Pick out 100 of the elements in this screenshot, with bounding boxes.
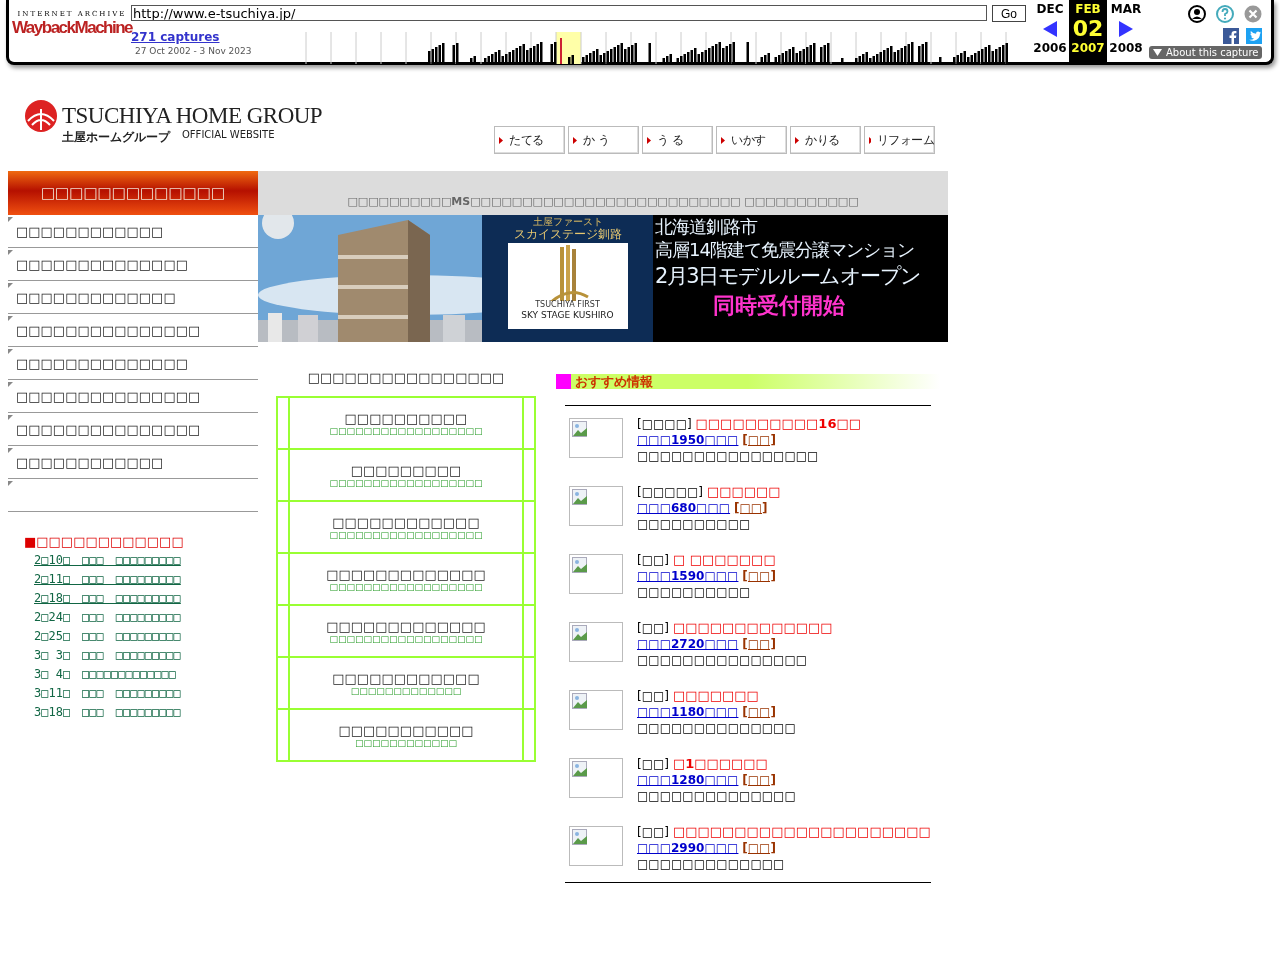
- date-column[interactable]: DEC 2006: [1031, 0, 1069, 62]
- broken-image-icon: [572, 625, 588, 641]
- arrow-icon: [499, 136, 503, 144]
- corner-icon: [8, 283, 13, 288]
- category-tag: [□□]: [637, 689, 670, 703]
- sidebar-item[interactable]: □□□□□□□□□□□□: [8, 446, 258, 479]
- event-link[interactable]: 2□11□ □□□ □□□□□□□□□: [34, 570, 258, 589]
- next-icon[interactable]: [1118, 19, 1134, 38]
- company-logo-text[interactable]: TSUCHIYA HOME GROUP: [62, 103, 323, 129]
- sidebar-item[interactable]: □□□□□□□□□□□□□□: [8, 347, 258, 380]
- previous-icon[interactable]: [1042, 19, 1058, 38]
- property-title[interactable]: □□□□□□: [706, 484, 781, 499]
- price-link[interactable]: □□□1590□□□: [637, 569, 739, 583]
- property-title[interactable]: □□□□□□□□□□□□□: [672, 620, 833, 635]
- corner-icon: [8, 415, 13, 420]
- menu-item[interactable]: □□□□□□□□□□□□□ □□□□□□□□□□□□□□□□□□: [290, 606, 522, 656]
- detail-link[interactable]: [□□]: [742, 841, 776, 855]
- property-title[interactable]: □□□□□□□: [672, 688, 759, 703]
- go-button[interactable]: Go: [992, 5, 1026, 22]
- event-link[interactable]: 2□25□ □□□ □□□□□□□□□: [34, 627, 258, 646]
- help-icon[interactable]: [1216, 5, 1235, 23]
- property-description: □□□□□□□□□□□□□□□: [637, 652, 809, 668]
- arrow-icon: [869, 136, 871, 144]
- sidebar-item[interactable]: □□□□□□□□□□□□□□□: [8, 380, 258, 413]
- promo-text: 同時受付開始: [713, 293, 845, 320]
- event-link[interactable]: 2□24□ □□□ □□□□□□□□□: [34, 608, 258, 627]
- corner-icon: [8, 316, 13, 321]
- event-link[interactable]: 3□18□ □□□ □□□□□□□□□: [34, 703, 258, 722]
- property-description: □□□□□□□□□□: [637, 584, 752, 600]
- property-description: □□□□□□□□□□□□□□□□: [637, 448, 820, 464]
- detail-link[interactable]: [□□]: [742, 705, 776, 719]
- captures-link[interactable]: 271 captures: [131, 30, 281, 44]
- broken-image-icon: [572, 489, 588, 505]
- property-title[interactable]: □□□□□□□□□□16□□: [695, 416, 862, 431]
- promo-text: 高層14階建て免震分譲マンション: [655, 238, 914, 261]
- event-link[interactable]: 3□ 4□ □□□□□□□□□□□□□: [34, 665, 258, 684]
- about-capture-button[interactable]: About this capture: [1149, 46, 1263, 59]
- arrow-icon: [573, 136, 577, 144]
- url-field[interactable]: http://www.e-tsuchiya.jp/: [131, 5, 987, 21]
- facebook-icon[interactable]: [1223, 28, 1240, 44]
- user-icon[interactable]: [1188, 5, 1207, 23]
- property-title[interactable]: □□□□□□□□□□□□□□□□□□□□□: [672, 824, 931, 839]
- menu-item[interactable]: □□□□□□□□□□□ □□□□□□□□□□□□: [290, 710, 522, 760]
- event-link[interactable]: 2□10□ □□□ □□□□□□□□□: [34, 551, 258, 570]
- caret-icon: [1153, 49, 1162, 56]
- price-link[interactable]: □□□680□□□: [637, 501, 731, 515]
- detail-link[interactable]: [□□]: [742, 637, 776, 651]
- twitter-icon[interactable]: [1246, 28, 1263, 44]
- logo-tagline: OFFICIAL WEBSITE: [182, 129, 275, 142]
- menu-item[interactable]: □□□□□□□□□□□□ □□□□□□□□□□□□□: [290, 658, 522, 708]
- property-description: □□□□□□□□□□□□□□: [637, 788, 796, 804]
- category-tag: [□□]: [637, 825, 670, 839]
- menu-item[interactable]: □□□□□□□□□ □□□□□□□□□□□□□□□□□□: [290, 450, 522, 500]
- price-link[interactable]: □□□1280□□□: [637, 773, 739, 787]
- price-link[interactable]: □□□1950□□□: [637, 433, 739, 447]
- event-link[interactable]: 3□11□ □□□ □□□□□□□□□: [34, 684, 258, 703]
- nav-button[interactable]: う る: [642, 126, 713, 154]
- logo-emblem-icon: [24, 99, 58, 133]
- category-tag: [□□□□□]: [637, 485, 704, 499]
- selected-date[interactable]: FEB 02 2007: [1069, 0, 1107, 62]
- promo-text: 2月3日モデルルームオープン: [655, 264, 921, 290]
- property-description: □□□□□□□□□□□□□□: [637, 720, 796, 736]
- brand-english-prefix: TSUCHIYA FIRST: [535, 301, 600, 311]
- close-icon[interactable]: [1244, 5, 1263, 23]
- nav-button[interactable]: たてる: [494, 126, 565, 154]
- logo-japanese-name: 土屋ホームグループ: [62, 129, 170, 146]
- detail-link[interactable]: [□□]: [742, 433, 776, 447]
- event-link[interactable]: 2□18□ □□□ □□□□□□□□□: [34, 589, 258, 608]
- detail-link[interactable]: [□□]: [733, 501, 768, 515]
- menu-heading: □□□□□□□□□□□□□□□□: [306, 370, 506, 385]
- arrow-icon: [795, 136, 799, 144]
- property-description: □□□□□□□□□□: [637, 516, 752, 532]
- menu-item[interactable]: □□□□□□□□□□□□ □□□□□□□□□□□□□□□□□□: [290, 502, 522, 552]
- nav-button[interactable]: か う: [568, 126, 639, 154]
- nav-button[interactable]: いかす: [716, 126, 787, 154]
- menu-item[interactable]: □□□□□□□□□□ □□□□□□□□□□□□□□□□□□: [290, 398, 522, 448]
- date-column[interactable]: MAR 2008: [1107, 0, 1145, 62]
- detail-link[interactable]: [□□]: [742, 773, 776, 787]
- event-link[interactable]: 3□ 3□ □□□ □□□□□□□□□: [34, 646, 258, 665]
- price-link[interactable]: □□□2720□□□: [637, 637, 739, 651]
- events-heading: ■□□□□□□□□□□□□: [24, 534, 185, 549]
- detail-link[interactable]: [□□]: [742, 569, 776, 583]
- nav-button[interactable]: かりる: [790, 126, 861, 154]
- corner-icon: [8, 481, 13, 486]
- broken-image-icon: [572, 829, 588, 845]
- property-title[interactable]: □1□□□□□□: [672, 756, 768, 771]
- menu-item[interactable]: □□□□□□□□□□□□□ □□□□□□□□□□□□□□□□□□: [290, 554, 522, 604]
- category-tag: [□□]: [637, 621, 670, 635]
- category-tag: [□□]: [637, 757, 670, 771]
- price-link[interactable]: □□□1180□□□: [637, 705, 739, 719]
- corner-icon: [8, 448, 13, 453]
- sidebar-item[interactable]: □□□□□□□□□□□□□□□: [8, 314, 258, 347]
- wayback-logo[interactable]: WaybackMachine: [11, 18, 133, 38]
- promo-text: 北海道釧路市: [655, 216, 757, 238]
- sidebar-item[interactable]: □□□□□□□□□□□□□□□: [8, 413, 258, 446]
- price-link[interactable]: □□□2990□□□: [637, 841, 739, 855]
- brand-english-name: SKY STAGE KUSHIRO: [521, 310, 614, 321]
- broken-image-icon: [572, 761, 588, 777]
- nav-button[interactable]: リフォーム: [864, 126, 935, 154]
- property-title[interactable]: □ □□□□□□□: [672, 552, 776, 567]
